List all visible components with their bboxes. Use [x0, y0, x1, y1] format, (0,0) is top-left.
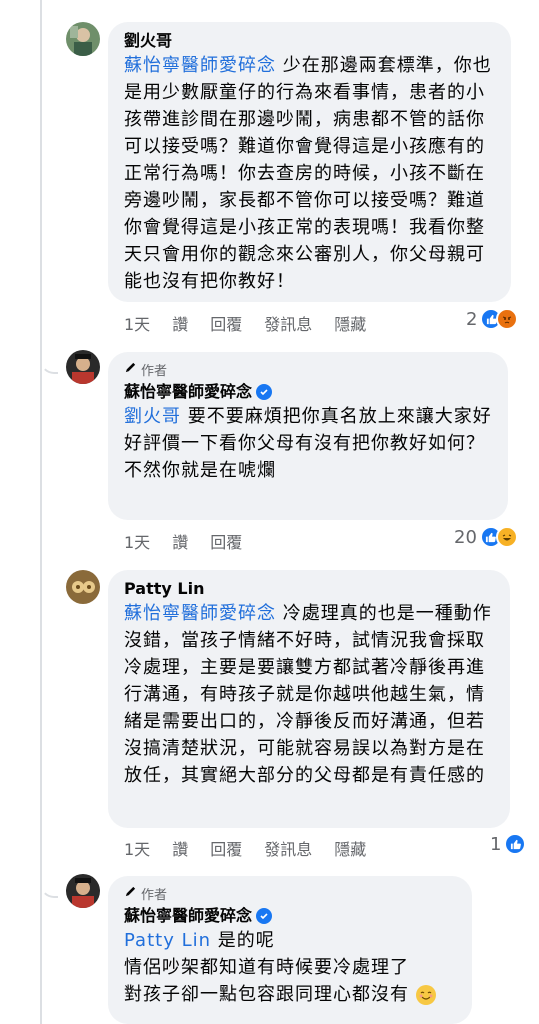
- comment-actions: 1天 讚 回覆 發訊息 隱藏: [124, 311, 366, 335]
- comment-bubble: 作者 蘇怡寧醫師愛碎念 劉火哥 要不要麻煩把你真名放上來讓大家好好評價一下看你父…: [108, 352, 508, 520]
- timestamp[interactable]: 1天: [124, 836, 150, 860]
- like-button[interactable]: 讚: [172, 836, 188, 860]
- comment-actions: 1天 讚 回覆 發訊息 隱藏: [124, 836, 366, 860]
- comment-text: Patty Lin 是的呢: [124, 930, 275, 951]
- verified-badge-icon: [256, 908, 273, 924]
- comment-text: 蘇怡寧醫師愛碎念 冷處理真的也是一種動作沒錯，當孩子情緒不好時，試情況我會採取冷…: [124, 603, 492, 786]
- author-badge: 作者: [124, 360, 492, 379]
- hide-button[interactable]: 隱藏: [334, 836, 366, 860]
- reply-button[interactable]: 回覆: [210, 529, 242, 553]
- mention-link[interactable]: 蘇怡寧醫師愛碎念: [124, 603, 276, 624]
- commenter-name[interactable]: Patty Lin: [124, 578, 494, 600]
- message-button[interactable]: 發訊息: [264, 311, 312, 335]
- hide-button[interactable]: 隱藏: [334, 311, 366, 335]
- comment-bubble: 作者 蘇怡寧醫師愛碎念 Patty Lin 是的呢 情侶吵架都知道有時候要冷處理…: [108, 876, 472, 1024]
- commenter-name[interactable]: 劉火哥: [124, 30, 495, 52]
- reply-button[interactable]: 回覆: [210, 836, 242, 860]
- mention-link[interactable]: Patty Lin: [124, 930, 211, 951]
- comment-bubble: Patty Lin 蘇怡寧醫師愛碎念 冷處理真的也是一種動作沒錯，當孩子情緒不好…: [108, 570, 510, 828]
- reply-button[interactable]: 回覆: [210, 311, 242, 335]
- reaction-summary[interactable]: 20: [454, 526, 518, 548]
- like-button[interactable]: 讚: [172, 311, 188, 335]
- reply-branch: [40, 342, 58, 374]
- comment-text-line: 不然你就是在唬爛: [124, 460, 276, 481]
- avatar[interactable]: [66, 570, 100, 604]
- mention-link[interactable]: 蘇怡寧醫師愛碎念: [124, 55, 276, 76]
- pen-icon: [124, 361, 137, 378]
- mention-link[interactable]: 劉火哥: [124, 406, 181, 427]
- message-button[interactable]: 發訊息: [264, 836, 312, 860]
- like-button[interactable]: 讚: [172, 529, 188, 553]
- reaction-count: 2: [466, 308, 478, 330]
- comment-text: 蘇怡寧醫師愛碎念 少在那邊兩套標準，你也是用少數厭童仔的行為來看事情，患者的小孩…: [124, 55, 492, 292]
- haha-reaction-icon: [495, 526, 518, 548]
- reaction-summary[interactable]: 2: [466, 308, 519, 330]
- comment-actions: 1天 讚 回覆: [124, 529, 242, 553]
- reaction-count: 1: [490, 833, 502, 855]
- comment-text: 劉火哥 要不要麻煩把你真名放上來讓大家好好評價一下看你父母有沒有把你教好如何？: [124, 406, 492, 454]
- smiling-face-emoji-icon: [415, 985, 436, 1005]
- comment-text-line: 對孩子卻一點包容跟同理心都沒有: [124, 981, 456, 1008]
- comment-text-line: 情侶吵架都知道有時候要冷處理了: [124, 957, 409, 978]
- avatar[interactable]: [66, 22, 100, 56]
- author-badge: 作者: [124, 884, 456, 903]
- timestamp[interactable]: 1天: [124, 311, 150, 335]
- avatar[interactable]: [66, 874, 100, 908]
- commenter-name[interactable]: 蘇怡寧醫師愛碎念: [124, 381, 492, 403]
- reaction-count: 20: [454, 526, 477, 548]
- reaction-summary[interactable]: 1: [490, 833, 527, 855]
- like-reaction-icon: [504, 833, 527, 855]
- reply-branch: [40, 866, 58, 898]
- angry-reaction-icon: [496, 308, 519, 330]
- commenter-name[interactable]: 蘇怡寧醫師愛碎念: [124, 905, 456, 927]
- pen-icon: [124, 885, 137, 902]
- avatar[interactable]: [66, 350, 100, 384]
- verified-badge-icon: [256, 384, 273, 400]
- comment-bubble: 劉火哥 蘇怡寧醫師愛碎念 少在那邊兩套標準，你也是用少數厭童仔的行為來看事情，患…: [108, 22, 511, 302]
- timestamp[interactable]: 1天: [124, 529, 150, 553]
